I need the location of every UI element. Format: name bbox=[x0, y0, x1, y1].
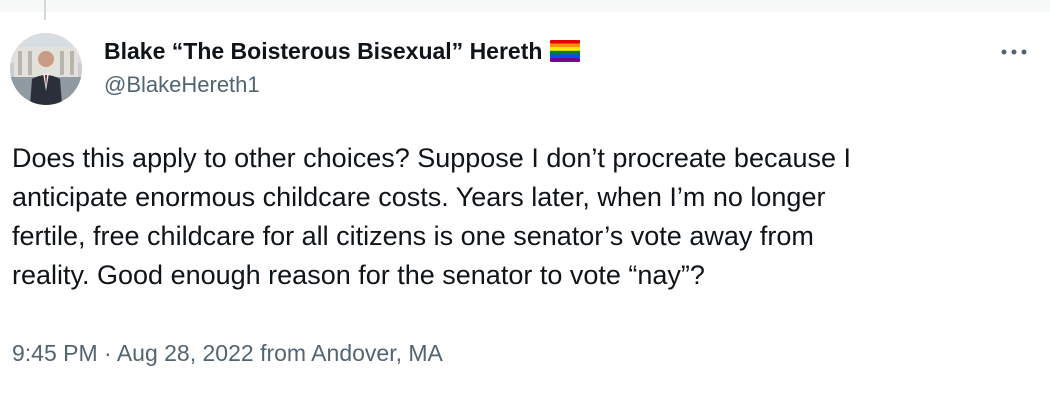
display-name[interactable]: Blake “The Boisterous Bisexual” Hereth bbox=[104, 38, 542, 65]
display-name-row: Blake “The Boisterous Bisexual” Hereth bbox=[104, 36, 581, 66]
tweet-location: from Andover, MA bbox=[260, 340, 443, 366]
user-handle[interactable]: @BlakeHereth1 bbox=[104, 72, 580, 98]
avatar-photo bbox=[10, 33, 82, 105]
tweet-timestamp[interactable]: 9:45 PM · Aug 28, 2022 bbox=[12, 340, 254, 366]
more-options-icon bbox=[1001, 49, 1027, 55]
tweet: Blake “The Boisterous Bisexual” Hereth @… bbox=[0, 0, 1050, 402]
tweet-text: Does this apply to other choices? Suppos… bbox=[12, 143, 852, 290]
tweet-metadata: 9:45 PM · Aug 28, 2022 from Andover, MA bbox=[12, 340, 443, 367]
avatar[interactable] bbox=[10, 33, 82, 105]
tweet-header: Blake “The Boisterous Bisexual” Hereth @… bbox=[104, 36, 581, 98]
rainbow-flag-icon bbox=[550, 40, 581, 62]
more-options-button[interactable] bbox=[996, 40, 1032, 64]
